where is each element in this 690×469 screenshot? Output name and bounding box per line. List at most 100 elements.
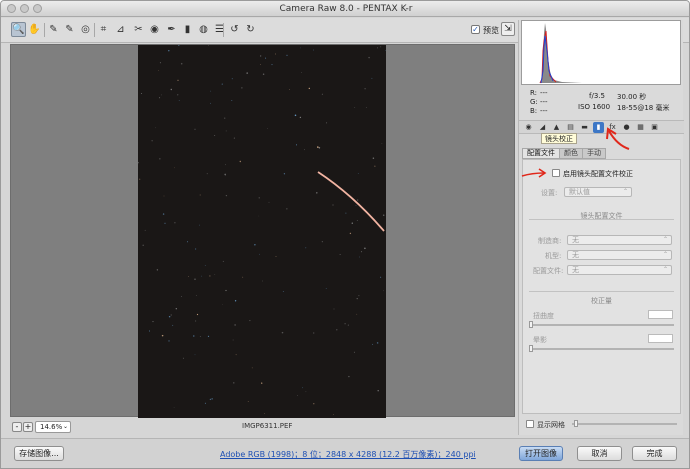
star <box>247 401 249 402</box>
star <box>181 295 182 297</box>
show-grid-checkbox[interactable] <box>526 420 534 428</box>
straighten-icon[interactable]: ⊿ <box>113 22 128 37</box>
distortion-slider-thumb[interactable] <box>529 321 533 328</box>
star <box>304 149 305 151</box>
hand-icon[interactable]: ✋ <box>27 22 42 37</box>
zoom-in-button[interactable]: + <box>23 422 33 432</box>
star <box>321 241 323 243</box>
red-eye-icon[interactable]: ◉ <box>147 22 162 37</box>
open-image-button[interactable]: 打开图像 <box>519 446 563 461</box>
spot-removal-icon[interactable]: ✂ <box>131 22 146 37</box>
star <box>168 50 170 52</box>
star <box>163 195 165 197</box>
star <box>214 274 216 275</box>
show-grid-label: 显示网格 <box>537 421 565 429</box>
vignetting-slider-thumb[interactable] <box>529 345 533 352</box>
crop-icon[interactable]: ⌗ <box>96 22 111 37</box>
adjustment-brush-icon[interactable]: ✒ <box>164 22 179 37</box>
star <box>349 232 352 235</box>
star <box>233 382 235 384</box>
preferences-icon[interactable]: ☰ <box>212 22 227 37</box>
file-name: IMGP6311.PEF <box>242 422 293 430</box>
zoom-out-button[interactable]: - <box>12 422 22 432</box>
star <box>336 329 338 331</box>
star <box>271 64 273 66</box>
star <box>180 62 183 65</box>
save-image-button[interactable]: 存储图像... <box>14 446 64 461</box>
preview-checkbox[interactable]: ✓ <box>471 25 480 34</box>
white-balance-icon[interactable]: ✎ <box>46 22 61 37</box>
workflow-options-link[interactable]: Adobe RGB (1998)；8 位；2848 x 4288 (12.2 百… <box>220 449 476 460</box>
star <box>195 248 197 250</box>
distortion-label: 扭曲度 <box>533 312 554 320</box>
profile-select[interactable]: 无 ⌃ <box>567 265 672 275</box>
make-select[interactable]: 无 ⌃ <box>567 235 672 245</box>
basic-icon[interactable]: ◉ <box>523 122 534 133</box>
zoom-level-select[interactable]: 14.6% ⌄ <box>35 421 71 433</box>
star <box>266 128 268 129</box>
model-select[interactable]: 无 ⌃ <box>567 250 672 260</box>
star <box>138 162 139 164</box>
chevron-down-icon: ⌃ <box>662 236 668 243</box>
target-adjust-icon[interactable]: ◎ <box>78 22 93 37</box>
star <box>142 244 144 247</box>
star <box>259 253 260 255</box>
star <box>313 332 315 334</box>
snapshots-icon[interactable]: ▣ <box>649 122 660 133</box>
rotate-right-icon[interactable]: ↻ <box>243 22 258 37</box>
star <box>359 256 361 258</box>
histogram-graph <box>539 23 679 84</box>
star <box>365 107 367 108</box>
star <box>173 407 175 409</box>
star <box>325 288 327 289</box>
profile-label: 配置文件: <box>533 267 564 275</box>
star <box>353 351 355 353</box>
grid-size-slider[interactable] <box>572 420 677 427</box>
star <box>316 192 318 194</box>
done-button[interactable]: 完成 <box>632 446 677 461</box>
iso-value: ISO 1600 <box>578 103 611 111</box>
aperture-value: f/3.5 <box>589 92 605 100</box>
star <box>260 63 261 65</box>
star <box>225 289 227 292</box>
hsl-icon[interactable]: ▤ <box>565 122 576 133</box>
image-preview-area[interactable] <box>10 44 515 418</box>
distortion-value-field[interactable] <box>648 310 673 319</box>
star <box>305 391 307 393</box>
vignetting-value-field[interactable] <box>648 334 673 343</box>
star <box>176 94 179 96</box>
star <box>302 387 304 389</box>
g-label: G: <box>530 98 538 106</box>
star <box>299 47 301 49</box>
star <box>380 46 382 48</box>
star <box>231 78 233 80</box>
star <box>204 402 206 404</box>
star <box>141 93 143 94</box>
distortion-slider[interactable] <box>529 321 674 328</box>
star <box>231 100 233 101</box>
star <box>199 194 201 196</box>
star <box>224 175 226 176</box>
night-sky-image <box>138 45 386 416</box>
star <box>286 208 288 210</box>
star <box>155 127 157 129</box>
zoom-icon[interactable]: 🔍 <box>11 22 26 37</box>
rotate-left-icon[interactable]: ↺ <box>227 22 242 37</box>
grid-size-slider-thumb[interactable] <box>574 420 578 427</box>
graduated-filter-icon[interactable]: ▮ <box>180 22 195 37</box>
split-toning-icon[interactable]: ▬ <box>579 122 590 133</box>
star <box>254 244 256 246</box>
vignetting-slider[interactable] <box>529 345 674 352</box>
star <box>175 308 177 310</box>
star <box>364 247 366 250</box>
star <box>294 114 297 117</box>
star <box>360 251 363 253</box>
cancel-button[interactable]: 取消 <box>577 446 622 461</box>
detail-icon[interactable]: ▲ <box>551 122 562 133</box>
tone-curve-icon[interactable]: ◢ <box>537 122 548 133</box>
radial-filter-icon[interactable]: ◍ <box>196 22 211 37</box>
section-divider <box>529 219 674 220</box>
fullscreen-toggle-icon[interactable]: ⇲ <box>501 22 515 36</box>
color-sampler-icon[interactable]: ✎ <box>62 22 77 37</box>
star <box>263 413 265 414</box>
